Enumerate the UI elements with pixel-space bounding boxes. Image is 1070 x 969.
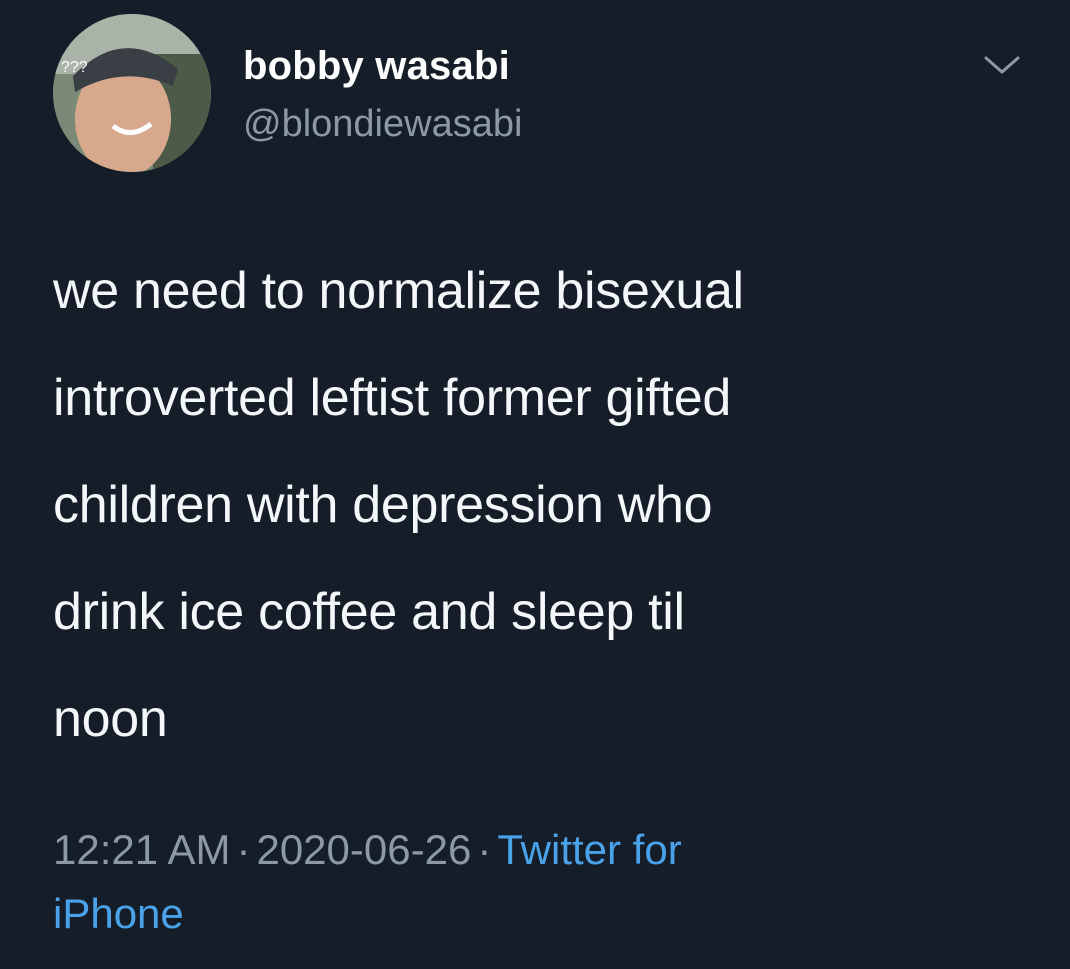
user-handle[interactable]: @blondiewasabi: [243, 100, 522, 148]
tweet-date[interactable]: 2020-06-26: [256, 826, 471, 873]
tweet-time[interactable]: 12:21 AM: [53, 826, 230, 873]
tweet-meta: 12:21 AM · 2020-06-26 · Twitter for iPhone: [53, 818, 953, 946]
chevron-down-icon[interactable]: [982, 52, 1022, 78]
display-name[interactable]: bobby wasabi: [243, 42, 522, 90]
tweet-text: we need to normalize bisexual introverte…: [53, 262, 744, 748]
svg-text:???: ???: [61, 59, 88, 76]
avatar-image: ???: [53, 14, 211, 172]
tweet-card: ??? bobby wasabi @blondiewasabi we need …: [0, 0, 1070, 969]
tweet-header: ??? bobby wasabi @blondiewasabi: [53, 14, 1030, 174]
avatar[interactable]: ???: [53, 14, 211, 172]
meta-separator: ·: [477, 826, 492, 873]
meta-separator: ·: [236, 826, 251, 873]
user-names: bobby wasabi @blondiewasabi: [243, 42, 522, 148]
